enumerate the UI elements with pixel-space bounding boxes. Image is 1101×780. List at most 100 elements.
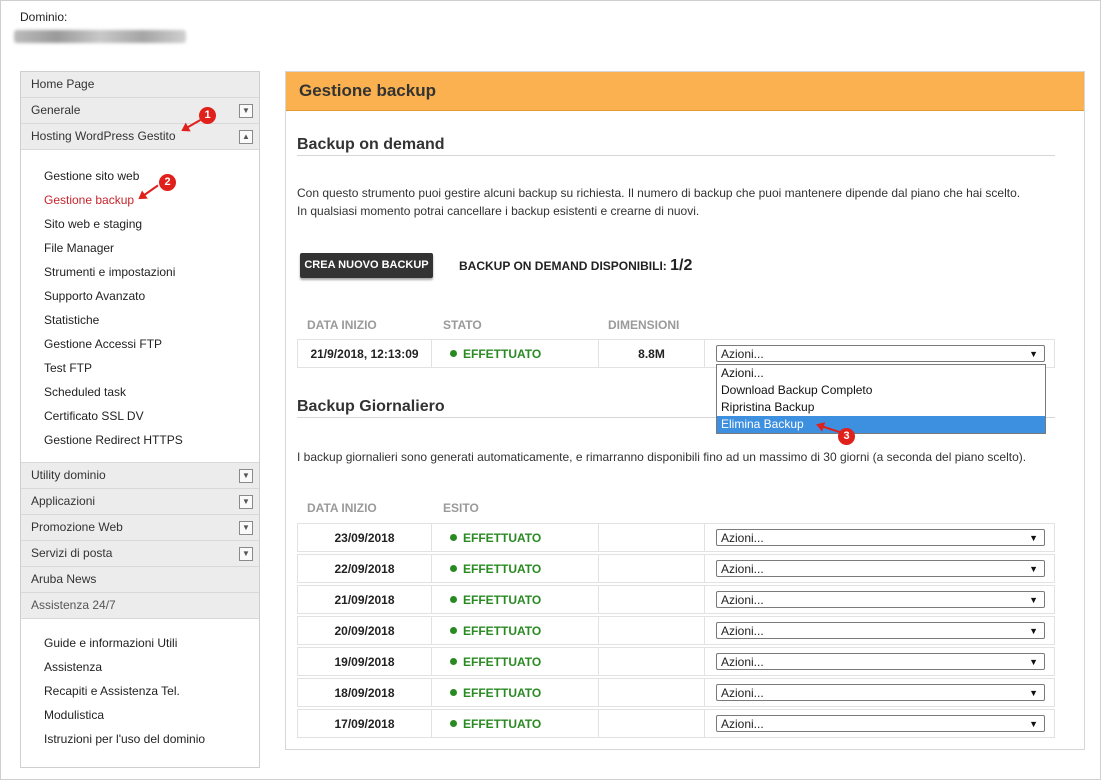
domain-name-redacted [14,30,186,43]
chevron-down-icon[interactable]: ▼ [239,547,253,561]
submenu-item-recapiti[interactable]: Recapiti e Assistenza Tel. [44,679,259,703]
sidebar-item-label: Generale [31,103,81,117]
empty-cell [599,586,705,613]
select-value: Azioni... [721,655,764,669]
available-backups: BACKUP ON DEMAND DISPONIBILI: 1/2 [459,257,692,275]
submenu-item-supporto-avanzato[interactable]: Supporto Avanzato [44,284,259,308]
status-text: EFFETTUATO [463,347,542,361]
submenu-item-certificato-ssl[interactable]: Certificato SSL DV [44,404,259,428]
status-text: EFFETTUATO [463,655,542,669]
dropdown-option-download[interactable]: Download Backup Completo [717,382,1045,399]
sidebar-item-aruba-news[interactable]: Aruba News [21,567,259,593]
empty-cell [599,648,705,675]
status-text: EFFETTUATO [463,686,542,700]
select-value: Azioni... [721,717,764,731]
status-dot-icon [450,627,457,635]
select-value: Azioni... [721,531,764,545]
select-value: Azioni... [721,562,764,576]
available-label: BACKUP ON DEMAND DISPONIBILI: [459,259,667,273]
actions-select[interactable]: Azioni... ▼ [716,715,1045,732]
column-header-start: DATA INIZIO [307,501,377,515]
status-cell: EFFETTUATO [432,648,599,675]
sidebar-item-hosting-wordpress[interactable]: Hosting WordPress Gestito ▲ [21,124,259,150]
submenu-item-test-ftp[interactable]: Test FTP [44,356,259,380]
status-dot-icon [450,350,457,358]
backup-date: 19/09/2018 [298,648,432,675]
sidebar-item-home-page[interactable]: Home Page [21,72,259,98]
status-cell: EFFETTUATO [432,555,599,582]
actions-dropdown-menu: Azioni... Download Backup Completo Ripri… [716,364,1046,434]
submenu-item-redirect-https[interactable]: Gestione Redirect HTTPS [44,428,259,452]
sidebar-item-servizi-di-posta[interactable]: Servizi di posta ▼ [21,541,259,567]
sidebar-item-label: Hosting WordPress Gestito [31,129,176,143]
sidebar-item-label: Applicazioni [31,494,96,508]
actions-select[interactable]: Azioni... ▼ [716,591,1045,608]
on-demand-description-2: In qualsiasi momento potrai cancellare i… [297,204,700,218]
chevron-down-icon[interactable]: ▼ [239,104,253,118]
status-text: EFFETTUATO [463,717,542,731]
actions-select[interactable]: Azioni... ▼ [716,684,1045,701]
annotation-marker-2: 2 [159,174,176,191]
actions-select[interactable]: Azioni... ▼ [716,653,1045,670]
actions-select[interactable]: Azioni... ▼ [716,529,1045,546]
backup-date: 23/09/2018 [298,524,432,551]
actions-select[interactable]: Azioni... ▼ [716,560,1045,577]
select-value: Azioni... [721,593,764,607]
backup-date: 17/09/2018 [298,710,432,737]
section-title-on-demand: Backup on demand [297,136,445,153]
chevron-down-icon[interactable]: ▼ [239,495,253,509]
submenu-item-strumenti-impostazioni[interactable]: Strumenti e impostazioni [44,260,259,284]
dropdown-option-ripristina[interactable]: Ripristina Backup [717,399,1045,416]
chevron-down-icon[interactable]: ▼ [239,469,253,483]
submenu-item-istruzioni[interactable]: Istruzioni per l'uso del dominio [44,727,259,751]
submenu-item-file-manager[interactable]: File Manager [44,236,259,260]
backup-date: 22/09/2018 [298,555,432,582]
table-row: 23/09/2018 EFFETTUATO Azioni... ▼ [297,523,1055,552]
caret-down-icon: ▼ [1029,719,1038,729]
column-header-status: STATO [443,318,482,332]
table-row: 19/09/2018 EFFETTUATO Azioni... ▼ [297,647,1055,676]
sidebar-item-promozione-web[interactable]: Promozione Web ▼ [21,515,259,541]
submenu-item-gestione-sito-web[interactable]: Gestione sito web [44,164,259,188]
daily-description: I backup giornalieri sono generati autom… [297,450,1027,464]
status-cell: EFFETTUATO [432,524,599,551]
status-dot-icon [450,565,457,573]
create-backup-button[interactable]: CREA NUOVO BACKUP [300,253,433,278]
submenu-item-guide[interactable]: Guide e informazioni Utili [44,631,259,655]
status-dot-icon [450,534,457,542]
column-header-outcome: ESITO [443,501,479,515]
submenu-item-gestione-accessi-ftp[interactable]: Gestione Accessi FTP [44,332,259,356]
chevron-up-icon[interactable]: ▲ [239,130,253,144]
empty-cell [599,617,705,644]
submenu-item-gestione-backup[interactable]: Gestione backup [44,188,259,212]
sidebar-item-assistenza[interactable]: Assistenza 24/7 [21,593,259,619]
submenu-item-scheduled-task[interactable]: Scheduled task [44,380,259,404]
divider [297,155,1055,156]
sidebar-item-label: Assistenza 24/7 [31,598,116,612]
empty-cell [599,524,705,551]
status-cell: EFFETTUATO [432,340,599,367]
actions-select[interactable]: Azioni... ▼ [716,345,1045,362]
sidebar-item-utility-dominio[interactable]: Utility dominio ▼ [21,462,259,489]
page-title: Gestione backup [286,72,1084,111]
submenu-item-statistiche[interactable]: Statistiche [44,308,259,332]
chevron-down-icon[interactable]: ▼ [239,521,253,535]
status-dot-icon [450,720,457,728]
submenu-item-assistenza[interactable]: Assistenza [44,655,259,679]
sidebar-item-generale[interactable]: Generale ▼ [21,98,259,124]
status-dot-icon [450,596,457,604]
submenu-item-modulistica[interactable]: Modulistica [44,703,259,727]
sidebar-item-label: Servizi di posta [31,546,113,560]
dropdown-option-azioni[interactable]: Azioni... [717,365,1045,382]
sidebar-item-applicazioni[interactable]: Applicazioni ▼ [21,489,259,515]
dropdown-option-elimina[interactable]: Elimina Backup [717,416,1045,433]
select-value: Azioni... [721,347,764,361]
column-header-start: DATA INIZIO [307,318,377,332]
select-value: Azioni... [721,624,764,638]
annotation-marker-1: 1 [199,107,216,124]
submenu-item-sito-web-staging[interactable]: Sito web e staging [44,212,259,236]
actions-select[interactable]: Azioni... ▼ [716,622,1045,639]
table-row: 21/09/2018 EFFETTUATO Azioni... ▼ [297,585,1055,614]
caret-down-icon: ▼ [1029,533,1038,543]
status-text: EFFETTUATO [463,624,542,638]
